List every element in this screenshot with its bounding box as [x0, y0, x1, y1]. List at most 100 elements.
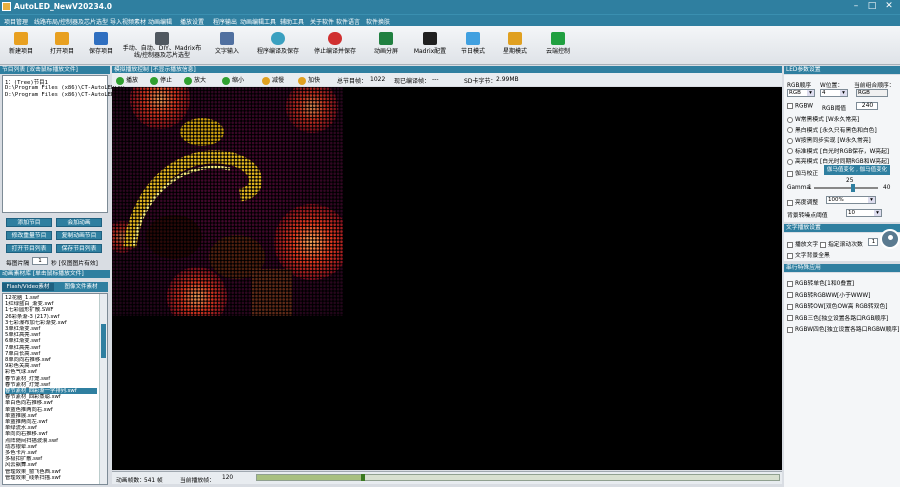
status-bar: 动画帧数： 541 帧 当前播放帧： 120 [112, 471, 782, 484]
sim-control-1[interactable]: 停止 [150, 75, 172, 85]
gamma-change-button[interactable]: 伽马值变化 , 伽马值变化 [824, 165, 890, 175]
sim-control-label: 播放 [126, 77, 139, 84]
menu-item-6[interactable]: 动画编辑工具 [240, 17, 276, 26]
program-button-3[interactable]: 复制动画节目 [56, 231, 102, 240]
menu-item-9[interactable]: 软件语言 [336, 17, 360, 26]
menu-item-7[interactable]: 辅助工具 [280, 17, 304, 26]
mode-radio-1[interactable]: 黑白模式 [永久只有黑色和白色] [787, 125, 877, 134]
toolbar-button-8[interactable]: Madrix配置 [410, 29, 450, 63]
program-list-item[interactable]: D:\Program Files (x86)\CT-AutoLED\sw [5, 85, 124, 91]
checkbox-icon [787, 241, 793, 248]
toolbar-label: 停止编译并保存 [313, 48, 356, 55]
gamma-min: 1 [808, 185, 812, 191]
menu-item-1[interactable]: 线路布局/控制器及芯片选型 [34, 17, 108, 26]
special-app-0[interactable]: RGB转单色[1和0叠置] [787, 278, 854, 287]
wiring-icon [155, 32, 169, 45]
anim-frames-value: 541 帧 [144, 478, 163, 484]
program-list-item[interactable]: D:\Program Files (x86)\CT-AutoLED\sw [5, 92, 124, 98]
special-app-1[interactable]: RGB转RGBWW[小于WWW] [787, 290, 870, 299]
toolbar-button-11[interactable]: 云端控制 [538, 29, 578, 63]
checkbox-icon [787, 303, 793, 310]
program-button-5[interactable]: 保存节目列表 [56, 244, 102, 253]
sim-control-3[interactable]: 缩小 [222, 75, 244, 85]
special-app-4[interactable]: RGBW四色[独立设置各路口RGBW顺序] [787, 324, 899, 333]
toolbar-button-2[interactable]: 保存项目 [83, 29, 119, 63]
mode-radio-3[interactable]: 标准模式 [白光时RGB保存，W亮起] [787, 146, 889, 155]
toolbar: 新建项目 打开项目 保存项目 手动、自动、DIY、Madrix布线/控制器及芯片选型 文… [0, 26, 900, 65]
stop-compile-icon [328, 32, 342, 45]
gamma-correction-checkbox[interactable]: 伽马校正 [787, 168, 818, 177]
gamma-slider[interactable] [814, 184, 878, 192]
toolbar-button-6[interactable]: 停止编译并保存 [308, 29, 362, 63]
program-button-0[interactable]: 添加节目 [6, 218, 52, 227]
mode-radio-0[interactable]: W常黑模式 [W永久常亮] [787, 114, 859, 123]
rgbw-checkbox[interactable]: RGBW [787, 103, 813, 110]
anim-tab-0[interactable]: Flash/Video素材 [2, 283, 54, 291]
assistant-avatar[interactable] [880, 229, 900, 249]
window-title: AutoLED_NewV20234.0 [14, 2, 113, 11]
led-preview-canvas[interactable] [112, 87, 782, 470]
program-button-1[interactable]: 会加动画 [56, 218, 102, 227]
sim-control-2[interactable]: 放大 [184, 75, 206, 85]
brightness-checkbox[interactable]: 亮度调整 [787, 197, 818, 206]
program-button-4[interactable]: 打开节目列表 [6, 244, 52, 253]
toolbar-button-10[interactable]: 星期模式 [495, 29, 535, 63]
menu-item-0[interactable]: 项目管理 [4, 17, 28, 26]
sd-bytes-label: SD卡字节： [464, 78, 497, 85]
per-file-input[interactable]: 1 [32, 257, 48, 265]
bg-threshold-select[interactable]: 10 ▾ [846, 209, 882, 217]
toolbar-button-7[interactable]: 动画分屏 [365, 29, 407, 63]
total-frames-value: 1022 [370, 76, 386, 83]
rgb-order-select[interactable]: RGB ▾ [787, 89, 815, 97]
toolbar-button-5[interactable]: 程序编译及保存 [253, 29, 303, 63]
minimize-icon[interactable]: – [850, 1, 862, 12]
special-app-3[interactable]: RGB三色[独立设置各路口RGB顺序] [787, 313, 888, 322]
maximize-icon[interactable]: □ [866, 1, 878, 12]
text-bg-black-checkbox[interactable]: 文字背景全黑 [787, 250, 830, 259]
mode-radio-2[interactable]: W按黑同步实现 [W永久常亮] [787, 135, 871, 144]
program-list-header: 节目列表 [双击鼠标播放文件] [0, 66, 110, 74]
split-screen-icon [379, 32, 393, 45]
menu-item-3[interactable]: 动画编辑 [148, 17, 172, 26]
toolbar-label: 星期模式 [502, 48, 527, 55]
speed-up-icon [298, 76, 306, 85]
sim-control-label: 缩小 [232, 77, 245, 84]
sim-control-0[interactable]: 播放 [116, 75, 138, 85]
anim-list-item[interactable]: 管理效果_线条扫描.swf [5, 475, 97, 481]
close-icon[interactable]: ✕ [883, 1, 895, 12]
scroll-count-input[interactable]: 1 [868, 238, 878, 246]
special-app-2[interactable]: RGB转OW[双色OW高 RGB转双色] [787, 301, 888, 310]
toolbar-label: 动画分屏 [373, 48, 398, 55]
scroll-count-checkbox[interactable]: 指定滚动次数 [820, 239, 863, 248]
w-position-select[interactable]: 4 ▾ [820, 89, 848, 97]
toolbar-button-1[interactable]: 打开项目 [44, 29, 80, 63]
toolbar-button-4[interactable]: 文字输入 [205, 29, 249, 63]
rgb-threshold-label: RGB阈值 [822, 106, 847, 112]
toolbar-button-9[interactable]: 节日模式 [453, 29, 493, 63]
radio-icon [787, 127, 793, 133]
title-bar: AutoLED_NewV20234.0 – □ ✕ [0, 0, 900, 14]
play-text-checkbox[interactable]: 播放文字 [787, 239, 818, 248]
sim-control-5[interactable]: 加快 [298, 75, 320, 85]
playback-progress[interactable] [256, 474, 780, 481]
current-order-field: RGB [856, 89, 888, 97]
rgb-threshold-input[interactable]: 240 [856, 102, 878, 110]
menu-item-5[interactable]: 程序输出 [213, 17, 237, 26]
anim-scrollbar[interactable] [99, 294, 107, 484]
menu-item-8[interactable]: 关于软件 [310, 17, 334, 26]
menu-item-2[interactable]: 导入视频素材 [110, 17, 146, 26]
menu-item-4[interactable]: 播放设置 [180, 17, 204, 26]
menu-item-10[interactable]: 软件换肤 [366, 17, 390, 26]
checkbox-icon [820, 241, 826, 248]
toolbar-button-3[interactable]: 手动、自动、DIY、Madrix布线/控制器及芯片选型 [122, 29, 202, 63]
toolbar-button-0[interactable]: 新建项目 [3, 29, 39, 63]
program-button-2[interactable]: 修改重量节目 [6, 231, 52, 240]
anim-list[interactable]: 12花脑_1.swf 1红绿蓝白_渐变.swf 1七彩圆形扩散.SWF 26彩条渐-3… [2, 293, 108, 485]
program-list[interactable]: 1：(Tree)节目1 D:\Program Files (x86)\CT-Aut… [2, 75, 124, 213]
anim-tab-1[interactable]: 图像文件素材 [55, 283, 107, 291]
led-preview-image [112, 87, 343, 316]
brightness-select[interactable]: 100% ▾ [826, 196, 876, 204]
dropdown-arrow-icon: ▾ [874, 210, 881, 216]
sim-control-4[interactable]: 减慢 [262, 75, 284, 85]
mode-radio-4[interactable]: 高亮模式 [白光时同期RGB和W亮起] [787, 156, 889, 165]
